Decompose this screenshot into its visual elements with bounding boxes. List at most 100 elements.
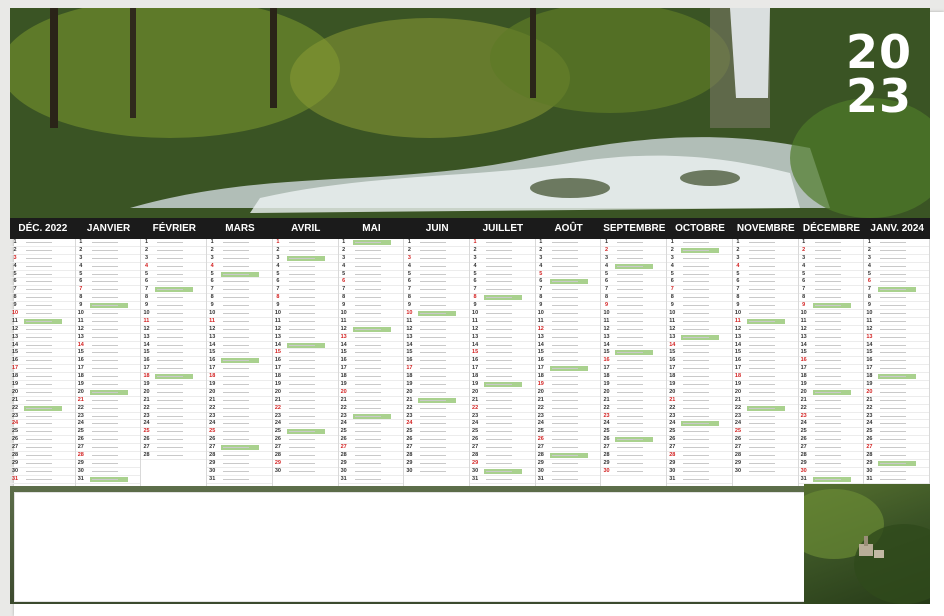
day-row: 30: [10, 468, 75, 476]
day-row: 11: [207, 318, 272, 326]
day-line: [880, 257, 907, 259]
day-row: 27: [864, 444, 930, 453]
day-row: 15: [75, 349, 141, 358]
day-line: [551, 423, 578, 425]
day-row: 14: [601, 341, 667, 350]
day-line: [814, 242, 841, 243]
day-row: 29: [667, 460, 732, 468]
month-column: 1 2 3 4 5 6 7 8 9 10 11 12 13 14 15 16 17 18 19 20 2…: [667, 239, 733, 486]
day-line: [486, 265, 513, 267]
day-number: 28: [77, 452, 84, 459]
day-number: 11: [340, 317, 347, 324]
day-row: 23: [535, 413, 601, 421]
day-number: 1: [274, 239, 280, 245]
day-row: 8: [601, 294, 667, 303]
day-line: [683, 407, 710, 409]
day-number: 16: [77, 357, 84, 364]
day-number: 12: [603, 325, 610, 332]
day-number: 11: [734, 317, 741, 324]
day-line: [26, 336, 52, 338]
day-line: [551, 320, 578, 322]
day-line: [748, 265, 775, 267]
day-line: [880, 297, 907, 299]
day-row: 3: [10, 255, 75, 263]
day-row: 28: [535, 452, 601, 460]
day-row: 20: [207, 389, 272, 397]
day-row: 27: [404, 444, 470, 453]
day-row: 25: [470, 428, 535, 437]
day-number: 5: [800, 270, 806, 277]
day-number: 17: [800, 365, 807, 372]
day-line: [617, 344, 644, 346]
day-number: 8: [77, 294, 83, 301]
day-row: 14: [338, 342, 404, 350]
day-number: 4: [77, 262, 83, 269]
day-number: 26: [209, 436, 216, 443]
day-number: 26: [734, 436, 742, 443]
day-row: 8: [535, 294, 601, 303]
day-number: 28: [603, 452, 610, 459]
day-number: 3: [406, 254, 411, 261]
day-line: [157, 447, 184, 449]
day-row: 8: [470, 294, 535, 303]
day-row: 28: [864, 452, 930, 460]
day-number: 29: [537, 459, 544, 466]
day-row: 7: [667, 286, 732, 295]
day-row: 23: [864, 413, 930, 421]
day-line: [223, 265, 250, 267]
day-line: [223, 423, 250, 425]
day-row: 21: [732, 397, 798, 405]
day-line: [157, 423, 184, 425]
day-line: [420, 297, 447, 299]
day-row: 11: [338, 317, 404, 326]
day-row: 29: [470, 460, 535, 468]
day-line: [420, 455, 447, 457]
day-row: 22: [601, 405, 667, 413]
day-row: 2: [272, 247, 338, 255]
day-number: 17: [669, 365, 676, 372]
day-line: [288, 249, 315, 251]
day-number: 20: [669, 388, 676, 395]
day-number: 14: [603, 341, 610, 348]
day-number: 12: [866, 325, 873, 332]
month-column: 1 2 3 4 5 6 7 8 9 10 11 12 13 14 15 16 17 18 19 20 2…: [338, 239, 405, 486]
day-line: [814, 470, 841, 472]
day-line: [91, 281, 118, 283]
day-row: 15: [10, 349, 75, 358]
day-number: 29: [406, 459, 413, 466]
day-line: [420, 431, 447, 433]
day-row: 6: [535, 278, 601, 287]
day-line: [26, 273, 52, 275]
day-number: 19: [209, 381, 216, 388]
day-row: 7: [207, 286, 272, 295]
day-line: [486, 313, 513, 315]
day-row: 28: [601, 452, 667, 460]
day-line: [91, 273, 118, 275]
day-line: [288, 423, 315, 425]
day-number: 29: [669, 459, 676, 466]
day-number: 2: [406, 246, 411, 253]
day-row: 2: [75, 247, 141, 255]
day-number: 31: [340, 475, 347, 482]
day-number: 7: [12, 286, 17, 293]
day-row: 1: [732, 239, 798, 247]
day-number: 27: [406, 444, 413, 451]
day-row: 10: [272, 310, 338, 318]
day-number: 16: [866, 357, 873, 364]
day-number: 16: [603, 357, 610, 364]
day-number: 3: [12, 254, 17, 261]
day-row: 3: [207, 255, 272, 263]
day-line: [551, 281, 578, 283]
day-line: [880, 289, 907, 291]
day-number: 1: [603, 239, 609, 245]
day-number: 30: [603, 467, 610, 474]
day-line: [223, 336, 250, 338]
day-row: 7: [470, 286, 535, 295]
day-number: 16: [209, 357, 216, 364]
day-line: [26, 423, 52, 425]
day-line: [288, 407, 315, 409]
day-row: 9: [207, 302, 272, 311]
day-number: 1: [537, 239, 543, 245]
day-number: 1: [143, 239, 149, 245]
day-row: 3: [601, 255, 667, 263]
